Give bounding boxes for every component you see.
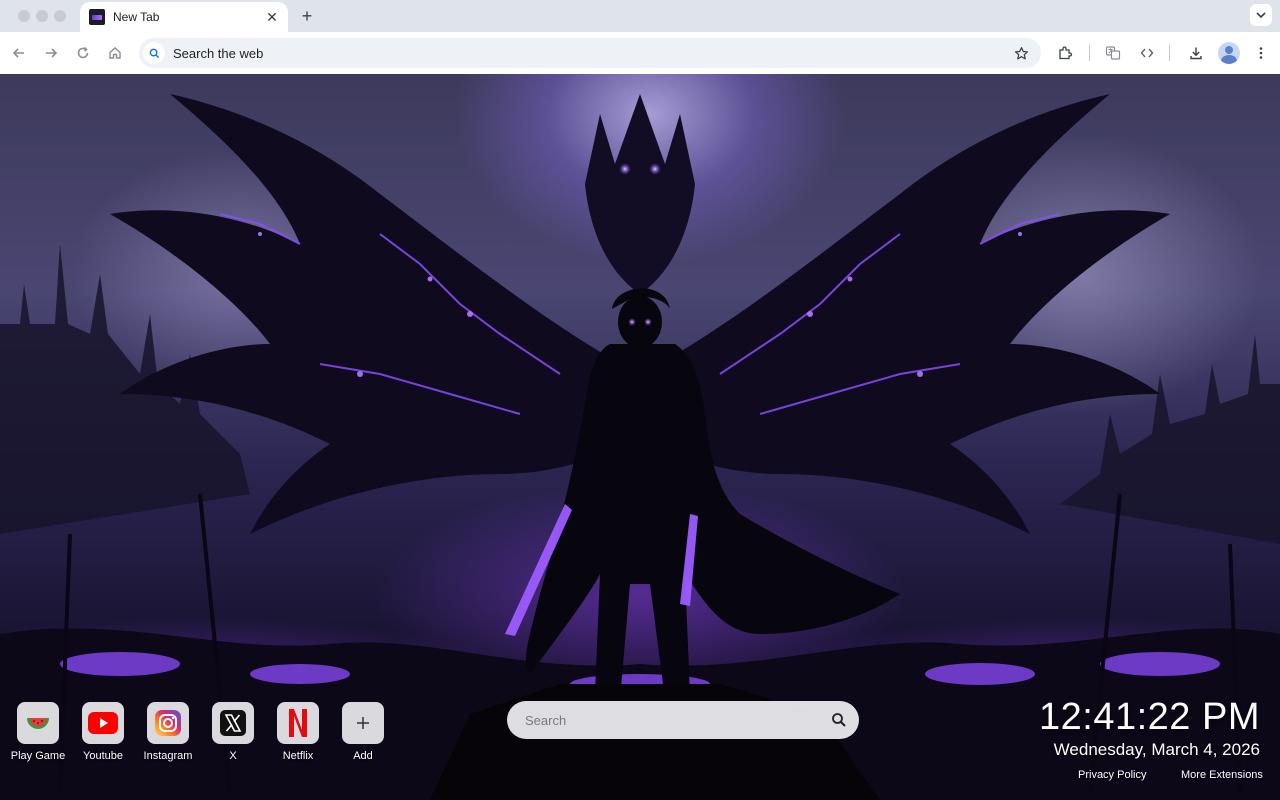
tab-new-tab[interactable]: New Tab ✕ bbox=[80, 2, 288, 32]
shortcut-instagram[interactable]: Instagram bbox=[137, 702, 199, 772]
tab-favicon-icon bbox=[89, 9, 105, 25]
code-brackets-icon[interactable] bbox=[1134, 40, 1160, 66]
reload-icon[interactable] bbox=[70, 40, 96, 66]
shortcut-label: Instagram bbox=[143, 750, 193, 762]
window-close-dot[interactable] bbox=[18, 10, 30, 22]
shortcut-label: Youtube bbox=[83, 750, 123, 762]
tab-title: New Tab bbox=[113, 10, 160, 24]
address-bar[interactable]: Search the web bbox=[139, 38, 1041, 68]
tab-search-chevron-icon[interactable] bbox=[1250, 4, 1272, 26]
netflix-icon bbox=[277, 702, 319, 744]
more-vertical-icon[interactable] bbox=[1248, 40, 1274, 66]
clock-time: 12:41:22 PM bbox=[1039, 696, 1260, 738]
more-extensions-link[interactable]: More Extensions bbox=[1181, 769, 1263, 781]
shortcut-label: Play Game bbox=[10, 750, 66, 762]
shortcut-play-game[interactable]: Play Game bbox=[7, 702, 69, 772]
new-tab-plus-icon[interactable]: + bbox=[296, 5, 318, 27]
new-tab-page: Play Game Youtube Instagram X Netflix Ad… bbox=[0, 74, 1280, 800]
shortcut-netflix[interactable]: Netflix bbox=[267, 702, 329, 772]
search-box bbox=[507, 701, 859, 739]
title-bar: New Tab ✕ + bbox=[0, 0, 1280, 32]
translate-icon[interactable] bbox=[1100, 40, 1126, 66]
search-icon[interactable] bbox=[829, 710, 849, 730]
x-logo-icon bbox=[212, 702, 254, 744]
shortcut-label: X bbox=[229, 750, 237, 762]
toolbar-separator bbox=[1089, 45, 1090, 61]
window-minimize-dot[interactable] bbox=[36, 10, 48, 22]
bookmark-star-icon[interactable] bbox=[1009, 41, 1033, 65]
shortcut-youtube[interactable]: Youtube bbox=[72, 702, 134, 772]
shortcut-x[interactable]: X bbox=[202, 702, 264, 772]
youtube-icon bbox=[82, 702, 124, 744]
shortcut-label: Netflix bbox=[282, 750, 314, 762]
window-zoom-dot[interactable] bbox=[54, 10, 66, 22]
privacy-policy-link[interactable]: Privacy Policy bbox=[1078, 769, 1146, 781]
home-icon[interactable] bbox=[102, 40, 128, 66]
toolbar-separator bbox=[1169, 45, 1170, 61]
extensions-puzzle-icon[interactable] bbox=[1052, 40, 1078, 66]
search-input[interactable] bbox=[523, 704, 829, 736]
omnibox-search-icon bbox=[143, 42, 165, 64]
tab-close-icon[interactable]: ✕ bbox=[262, 7, 282, 27]
watermelon-icon bbox=[17, 702, 59, 744]
browser-toolbar: Search the web bbox=[0, 32, 1280, 75]
shortcut-add[interactable]: Add bbox=[332, 702, 394, 772]
back-arrow-icon[interactable] bbox=[6, 40, 32, 66]
clock-date: Wednesday, March 4, 2026 bbox=[1053, 740, 1260, 759]
download-icon[interactable] bbox=[1183, 40, 1209, 66]
wallpaper-image bbox=[0, 94, 1280, 800]
shortcut-label: Add bbox=[353, 750, 373, 762]
instagram-icon bbox=[147, 702, 189, 744]
profile-avatar-icon[interactable] bbox=[1218, 42, 1240, 64]
forward-arrow-icon[interactable] bbox=[38, 40, 64, 66]
address-bar-text: Search the web bbox=[173, 45, 264, 61]
plus-icon bbox=[342, 702, 384, 744]
